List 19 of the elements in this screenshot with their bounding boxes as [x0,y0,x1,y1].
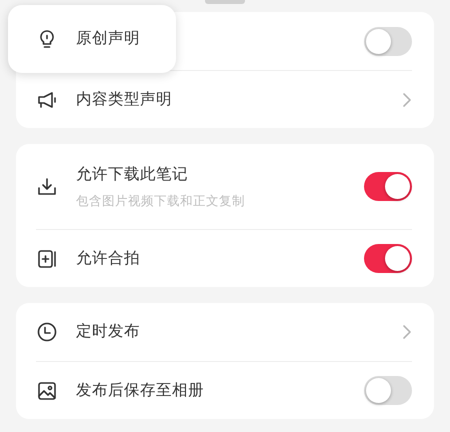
setting-label: 发布后保存至相册 [76,380,205,401]
image-icon [36,380,58,402]
setting-label: 内容类型声明 [76,88,173,110]
chevron-right-icon[interactable] [402,92,412,108]
clock-icon [36,321,58,343]
chevron-right-icon[interactable] [402,324,412,340]
setting-description: 包含图片视频下载和正文复制 [76,192,246,210]
download-icon [36,176,58,198]
setting-label: 允许合拍 [76,248,141,269]
toggle-switch[interactable] [364,376,412,405]
popup-label: 原创声明 [76,28,140,50]
toggle-switch[interactable] [364,172,412,201]
setting-label: 允许下载此笔记 [76,164,189,184]
toggle-switch[interactable] [364,26,412,56]
setting-label: 定时发布 [76,321,141,342]
plus-frame-icon [36,248,58,270]
drag-handle[interactable] [205,0,245,4]
highlight-popup[interactable]: 原创声明 [8,5,176,73]
toggle-switch[interactable] [364,244,412,273]
